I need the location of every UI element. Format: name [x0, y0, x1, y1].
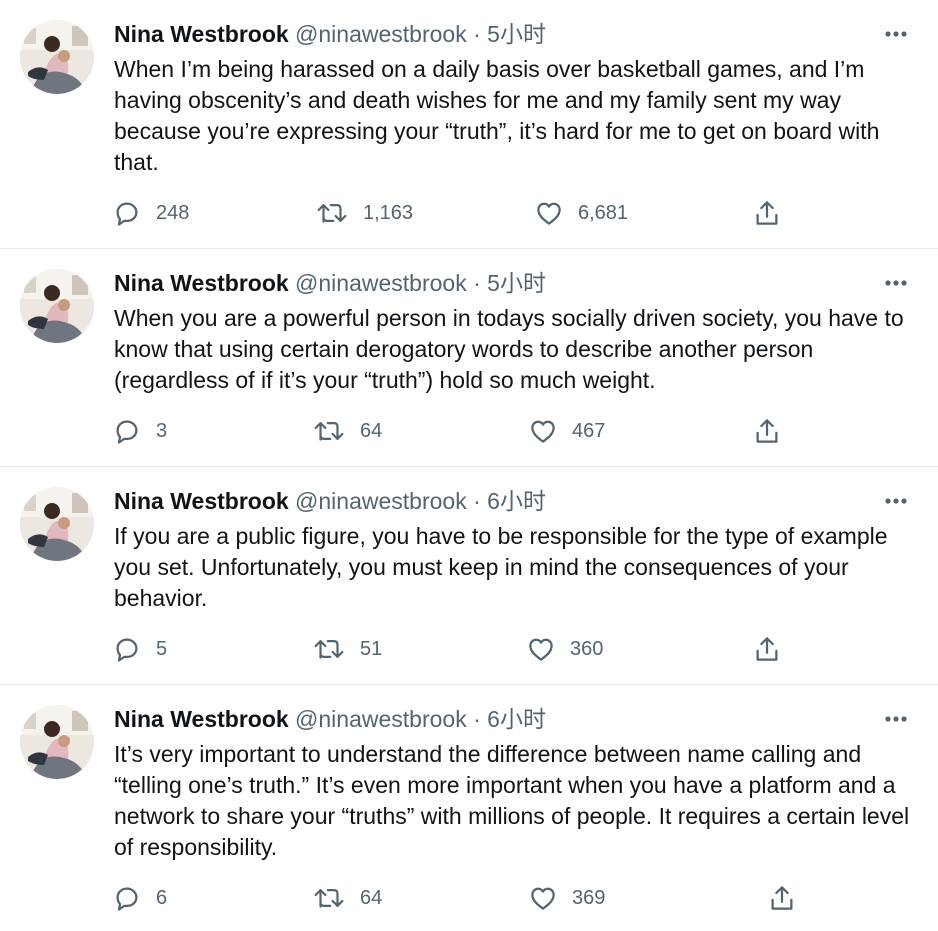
author-name[interactable]: Nina Westbrook: [114, 21, 289, 47]
avatar[interactable]: [20, 487, 94, 561]
share-icon: [756, 419, 778, 443]
avatar[interactable]: [20, 269, 94, 343]
retweet-count: 51: [360, 637, 383, 660]
tweet[interactable]: Nina Westbrook @ninawestbrook · 6小时 If y…: [0, 467, 938, 685]
reply-button[interactable]: 6: [112, 880, 167, 916]
author-name[interactable]: Nina Westbrook: [114, 270, 289, 296]
tweet-header: Nina Westbrook @ninawestbrook · 5小时: [114, 18, 546, 50]
tweet-actions: 248 1,163 6,681: [112, 195, 812, 231]
reply-button[interactable]: 248: [112, 195, 189, 231]
like-icon: [531, 887, 555, 910]
avatar[interactable]: [20, 705, 94, 779]
tweet-header: Nina Westbrook @ninawestbrook · 6小时: [114, 703, 546, 735]
tweet-feed: Nina Westbrook @ninawestbrook · 5小时 When…: [0, 0, 938, 931]
reply-count: 5: [156, 637, 168, 660]
retweet-icon: [314, 640, 344, 659]
author-handle[interactable]: @ninawestbrook: [295, 706, 467, 732]
share-button[interactable]: [767, 880, 797, 916]
tweet-text: When you are a powerful person in todays…: [114, 305, 904, 393]
timestamp[interactable]: 5小时: [487, 270, 546, 296]
like-count: 369: [572, 886, 606, 909]
timestamp[interactable]: 5小时: [487, 21, 546, 47]
share-button[interactable]: [752, 413, 782, 449]
timestamp[interactable]: 6小时: [487, 488, 546, 514]
share-icon: [771, 886, 793, 910]
more-button[interactable]: [880, 18, 912, 50]
more-icon: [885, 280, 907, 286]
separator-dot: ·: [473, 21, 481, 47]
like-count: 6,681: [578, 201, 629, 224]
separator-dot: ·: [473, 488, 481, 514]
tweet[interactable]: Nina Westbrook @ninawestbrook · 6小时 It’s…: [0, 685, 938, 931]
tweet[interactable]: Nina Westbrook @ninawestbrook · 5小时 When…: [0, 0, 938, 249]
share-button[interactable]: [752, 631, 782, 667]
reply-count: 3: [156, 419, 168, 442]
timestamp[interactable]: 6小时: [487, 706, 546, 732]
like-icon: [531, 420, 555, 443]
retweet-button[interactable]: 64: [312, 413, 382, 449]
reply-count: 248: [156, 201, 190, 224]
like-count: 360: [570, 637, 604, 660]
tweet-actions: 6 64 369: [112, 880, 812, 916]
share-icon: [756, 637, 778, 661]
retweet-button[interactable]: 64: [312, 880, 382, 916]
retweet-icon: [317, 204, 347, 223]
reply-icon: [116, 887, 138, 911]
more-button[interactable]: [880, 485, 912, 517]
more-icon: [885, 31, 907, 37]
author-name[interactable]: Nina Westbrook: [114, 706, 289, 732]
retweet-icon: [314, 889, 344, 908]
retweet-count: 1,163: [363, 201, 414, 224]
retweet-button[interactable]: 1,163: [315, 195, 413, 231]
tweet-header: Nina Westbrook @ninawestbrook · 6小时: [114, 485, 546, 517]
tweet-text: When I’m being harassed on a daily basis…: [114, 56, 880, 175]
reply-button[interactable]: 3: [112, 413, 167, 449]
tweet-text: If you are a public figure, you have to …: [114, 523, 888, 611]
author-handle[interactable]: @ninawestbrook: [295, 270, 467, 296]
retweet-button[interactable]: 51: [312, 631, 382, 667]
avatar[interactable]: [20, 20, 94, 94]
separator-dot: ·: [473, 270, 481, 296]
author-name[interactable]: Nina Westbrook: [114, 488, 289, 514]
tweet-header: Nina Westbrook @ninawestbrook · 5小时: [114, 267, 546, 299]
share-button[interactable]: [752, 195, 782, 231]
reply-button[interactable]: 5: [112, 631, 167, 667]
reply-icon: [116, 638, 138, 662]
author-handle[interactable]: @ninawestbrook: [295, 488, 467, 514]
share-icon: [756, 201, 778, 225]
like-button[interactable]: 369: [528, 880, 605, 916]
tweet[interactable]: Nina Westbrook @ninawestbrook · 5小时 When…: [0, 249, 938, 467]
retweet-count: 64: [360, 886, 383, 909]
like-count: 467: [572, 419, 606, 442]
reply-count: 6: [156, 886, 168, 909]
retweet-icon: [314, 422, 344, 441]
like-icon: [537, 202, 561, 225]
like-button[interactable]: 360: [526, 631, 603, 667]
reply-icon: [116, 420, 138, 444]
like-icon: [529, 638, 553, 661]
tweet-actions: 3 64 467: [112, 413, 812, 449]
author-handle[interactable]: @ninawestbrook: [295, 21, 467, 47]
more-icon: [885, 498, 907, 504]
more-button[interactable]: [880, 267, 912, 299]
more-button[interactable]: [880, 703, 912, 735]
like-button[interactable]: 467: [528, 413, 605, 449]
retweet-count: 64: [360, 419, 383, 442]
like-button[interactable]: 6,681: [534, 195, 628, 231]
tweet-actions: 5 51 360: [112, 631, 812, 667]
more-icon: [885, 716, 907, 722]
separator-dot: ·: [473, 706, 481, 732]
tweet-text: It’s very important to understand the di…: [114, 741, 910, 860]
reply-icon: [116, 202, 138, 226]
